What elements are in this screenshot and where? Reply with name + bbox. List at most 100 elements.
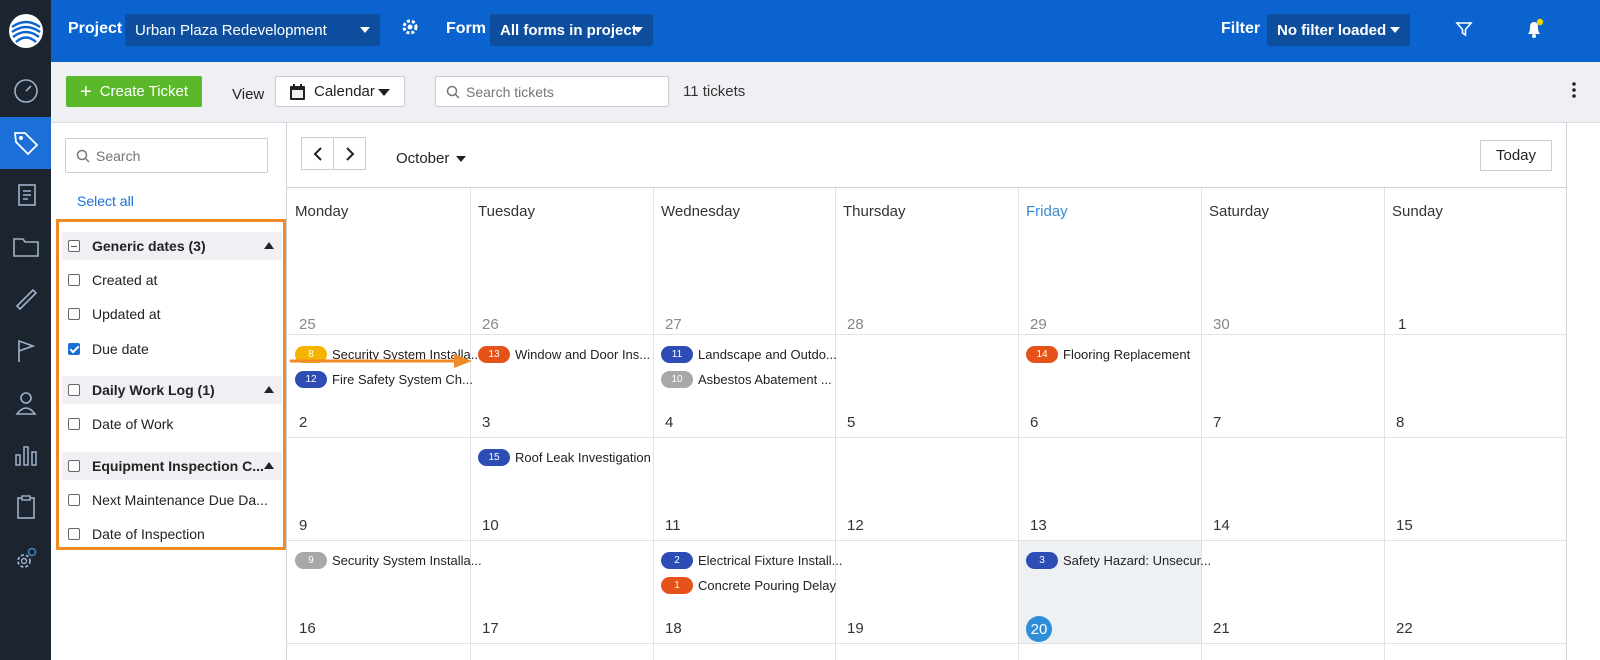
filter-option-row[interactable]: Date of Inspection [62,520,282,548]
top-bar: Project Urban Plaza Redevelopment Form A… [51,0,1600,62]
date-number[interactable]: 11 [665,517,681,534]
filter-checkbox[interactable] [68,528,80,540]
date-number[interactable]: 8 [1396,414,1404,431]
ticket-event[interactable]: 14 Flooring Replacement [1026,344,1190,364]
ticket-number-badge: 11 [661,345,693,363]
bell-icon[interactable] [1524,18,1546,43]
date-number[interactable]: 7 [1213,414,1221,431]
project-dropdown[interactable]: Urban Plaza Redevelopment [125,14,380,46]
filter-option-row[interactable]: Due date [62,335,282,363]
date-number[interactable]: 29 [1030,316,1047,333]
date-number[interactable]: 12 [847,517,864,534]
date-number[interactable]: 13 [1030,517,1047,534]
date-number[interactable]: 3 [482,414,490,431]
filter-option-label: Daily Work Log (1) [92,382,215,398]
filter-checkbox[interactable] [68,494,80,506]
date-number[interactable]: 25 [299,316,316,333]
user-icon[interactable] [0,377,51,429]
date-number[interactable]: 16 [299,620,316,637]
collapse-caret-icon[interactable] [264,386,274,393]
ticket-event[interactable]: 3 Safety Hazard: Unsecur... [1026,550,1211,570]
date-number[interactable]: 30 [1213,316,1230,333]
grid-row-divider [287,540,1567,541]
date-number[interactable]: 17 [482,620,499,637]
ticket-title: Roof Leak Investigation [515,449,651,465]
settings-icon[interactable] [0,533,51,585]
project-settings-gear-icon[interactable] [401,18,419,39]
date-number[interactable]: 18 [665,620,682,637]
ticket-number-badge: 10 [661,370,693,388]
date-number[interactable]: 26 [482,316,499,333]
view-dropdown[interactable]: Calendar [275,76,405,107]
more-options-icon[interactable] [1572,82,1576,101]
ticket-count: 11 tickets [683,83,746,100]
filter-checkbox[interactable] [68,384,80,396]
date-number[interactable]: 15 [1396,517,1413,534]
collapse-caret-icon[interactable] [264,462,274,469]
create-ticket-button[interactable]: + Create Ticket [66,76,202,107]
collapse-caret-icon[interactable] [264,242,274,249]
clipboard-icon[interactable] [0,481,51,533]
grid-column-divider [1018,188,1019,660]
ticket-title: Asbestos Abatement ... [698,371,832,387]
filter-search-input[interactable] [96,147,261,165]
ticket-event[interactable]: 1 Concrete Pouring Delay [661,575,836,595]
funnel-icon[interactable] [1455,20,1473,41]
filter-option-row[interactable]: Created at [62,266,282,294]
forms-icon[interactable] [0,169,51,221]
filter-group-row[interactable]: Equipment Inspection C... [62,452,282,480]
date-number[interactable]: 2 [299,414,307,431]
date-number[interactable]: 5 [847,414,855,431]
date-number[interactable]: 22 [1396,620,1413,637]
filter-option-row[interactable]: Date of Work [62,410,282,438]
create-ticket-label: Create Ticket [99,83,189,100]
date-number[interactable]: 4 [665,414,673,431]
folder-icon[interactable] [0,221,51,273]
filter-option-label: Equipment Inspection C... [92,458,264,474]
date-number[interactable]: 9 [299,517,307,534]
filter-dropdown[interactable]: No filter loaded [1267,14,1410,46]
filter-checkbox[interactable] [68,274,80,286]
app-logo-icon[interactable] [0,0,51,62]
filter-option-row[interactable]: Next Maintenance Due Da... [62,486,282,514]
previous-month-button[interactable] [301,137,334,170]
measure-icon[interactable] [0,273,51,325]
ticket-event[interactable]: 2 Electrical Fixture Install... [661,550,843,570]
grid-column-divider [470,188,471,660]
dashboard-icon[interactable] [0,65,51,117]
date-number[interactable]: 1 [1398,316,1406,333]
filter-option-row[interactable]: Updated at [62,300,282,328]
ticket-event[interactable]: 12 Fire Safety System Ch... [295,369,473,389]
date-number[interactable]: 21 [1213,620,1230,637]
filter-checkbox[interactable] [68,418,80,430]
filter-group-row[interactable]: Generic dates (3) [62,232,282,260]
today-button[interactable]: Today [1480,140,1552,171]
tickets-icon[interactable] [0,117,51,169]
ticket-search-input[interactable] [466,82,661,102]
grid-column-divider [1201,188,1202,660]
date-number[interactable]: 19 [847,620,864,637]
filter-checkbox[interactable] [68,240,80,252]
ticket-event[interactable]: 15 Roof Leak Investigation [478,447,651,467]
month-selector[interactable]: October [396,150,467,167]
select-all-link[interactable]: Select all [77,193,134,209]
form-dropdown[interactable]: All forms in project [490,14,653,46]
ticket-number-badge: 3 [1026,551,1058,569]
date-number[interactable]: 6 [1030,414,1038,431]
filter-group-row[interactable]: Daily Work Log (1) [62,376,282,404]
date-number[interactable]: 10 [482,517,499,534]
ticket-event[interactable]: 9 Security System Installa... [295,550,482,570]
ticket-event[interactable]: 10 Asbestos Abatement ... [661,369,832,389]
reports-icon[interactable] [0,429,51,481]
ticket-event[interactable]: 11 Landscape and Outdo... [661,344,837,364]
today-date-number[interactable]: 20 [1026,616,1052,642]
date-number[interactable]: 28 [847,316,864,333]
date-number[interactable]: 14 [1213,517,1230,534]
next-month-button[interactable] [333,137,366,170]
filter-checkbox[interactable] [68,308,80,320]
filter-checkbox[interactable] [68,460,80,472]
date-number[interactable]: 27 [665,316,682,333]
filter-checkbox[interactable] [68,343,80,355]
ticket-event[interactable]: 13 Window and Door Ins... [478,344,650,364]
flag-icon[interactable] [0,325,51,377]
